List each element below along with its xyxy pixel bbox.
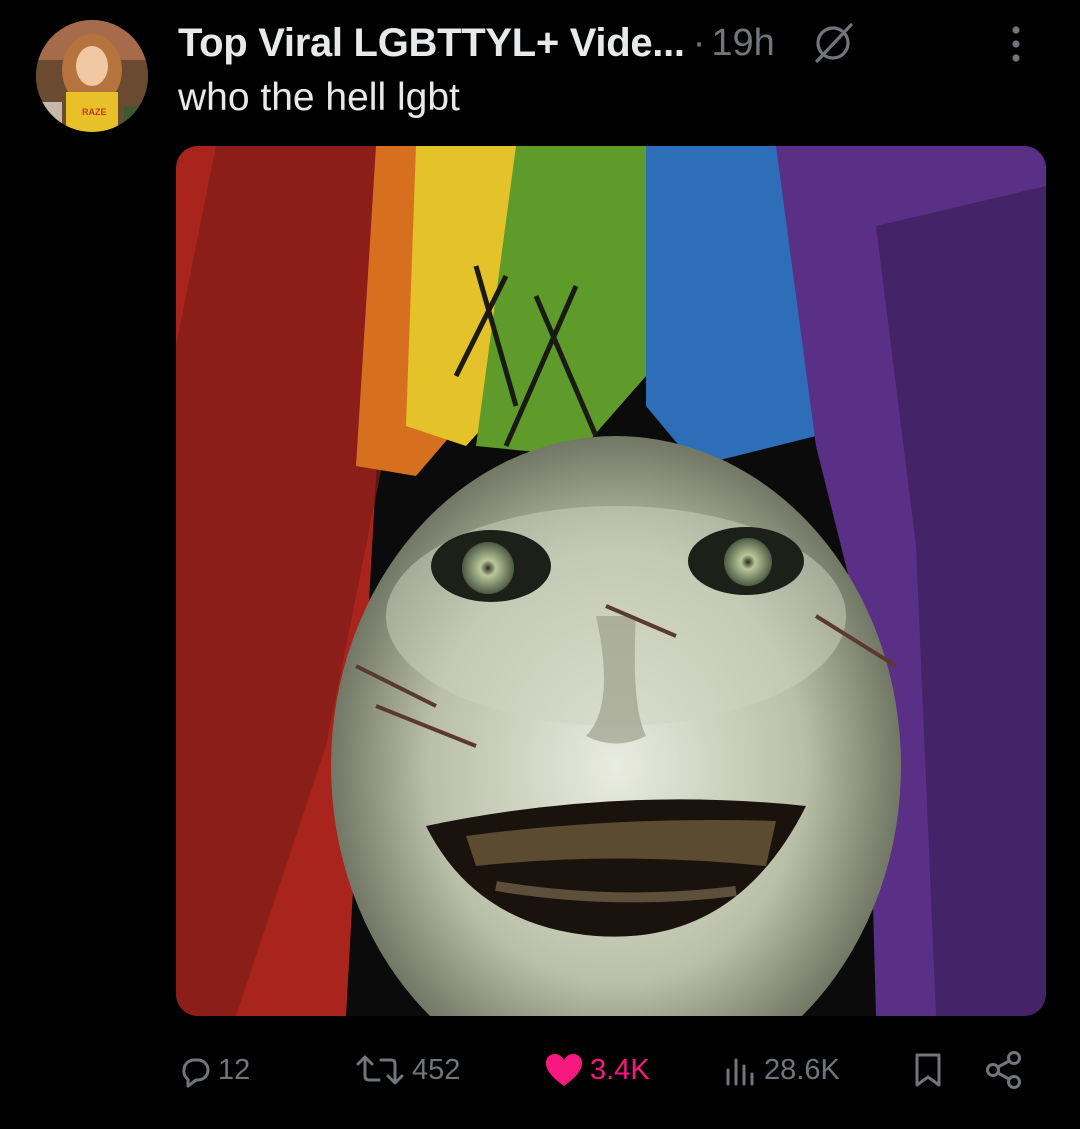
bookmark-icon bbox=[912, 1052, 944, 1088]
separator: · bbox=[692, 21, 706, 64]
post-header: Top Viral LGBTTYL+ Vide... · 19h bbox=[178, 18, 1068, 68]
views-count: 28.6K bbox=[764, 1053, 840, 1086]
post-media-image[interactable] bbox=[176, 146, 1046, 1016]
bookmark-button[interactable] bbox=[912, 1040, 944, 1100]
share-button[interactable] bbox=[984, 1040, 1024, 1100]
grok-icon[interactable] bbox=[809, 19, 857, 67]
post-text: who the hell lgbt bbox=[178, 76, 460, 119]
timestamp[interactable]: 19h bbox=[711, 22, 774, 65]
reply-count: 12 bbox=[218, 1053, 251, 1086]
repost-icon bbox=[354, 1052, 406, 1088]
like-button[interactable]: 3.4K bbox=[544, 1040, 650, 1100]
avatar-image: RAZE bbox=[36, 20, 148, 132]
reply-icon bbox=[176, 1052, 212, 1088]
like-count: 3.4K bbox=[590, 1053, 650, 1086]
avatar-badge: RAZE bbox=[82, 107, 107, 117]
heart-icon bbox=[544, 1052, 584, 1088]
reply-button[interactable]: 12 bbox=[176, 1040, 250, 1100]
share-icon bbox=[984, 1050, 1024, 1090]
author-name[interactable]: Top Viral LGBTTYL+ Vide... bbox=[178, 21, 685, 66]
avatar[interactable]: RAZE bbox=[36, 20, 148, 132]
repost-button[interactable]: 452 bbox=[354, 1040, 460, 1100]
post-actions: 12 452 3.4K 28.6K bbox=[0, 1040, 1080, 1100]
more-icon[interactable] bbox=[1008, 22, 1024, 66]
repost-count: 452 bbox=[412, 1053, 461, 1086]
views-button[interactable]: 28.6K bbox=[722, 1040, 840, 1100]
views-icon bbox=[722, 1052, 758, 1088]
